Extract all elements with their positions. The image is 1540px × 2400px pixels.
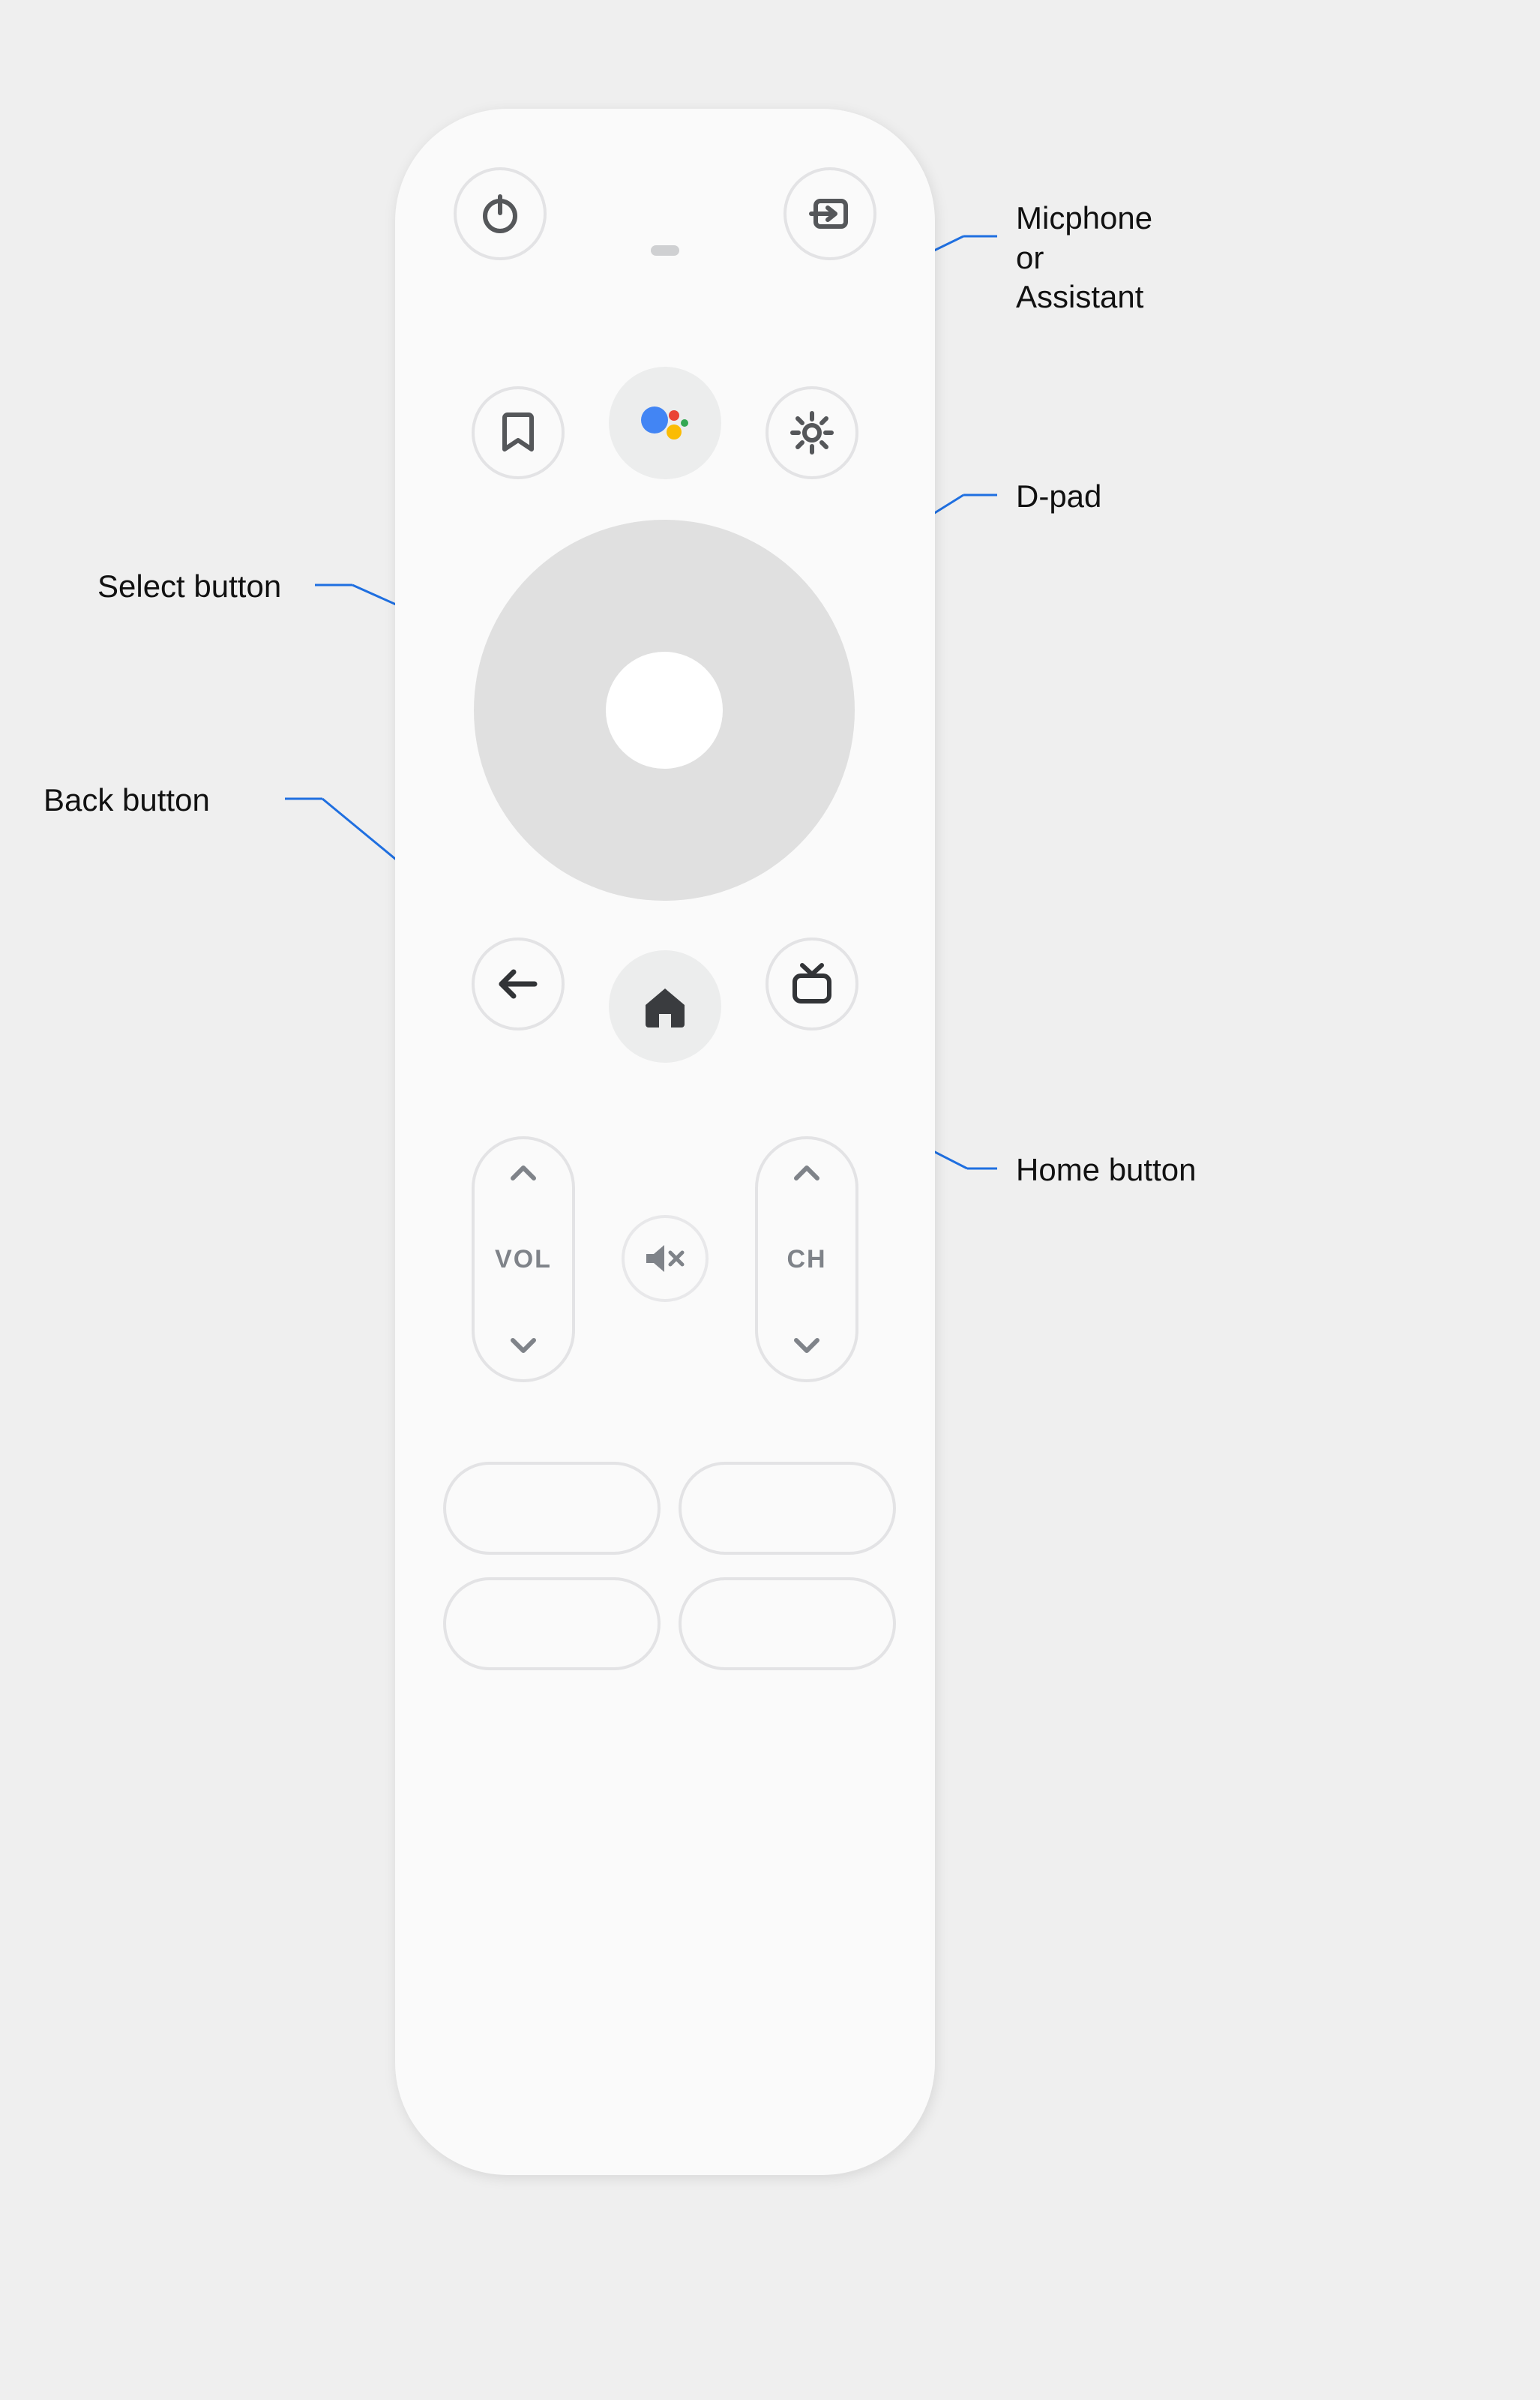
home-icon bbox=[641, 984, 689, 1029]
input-source-button[interactable] bbox=[783, 167, 876, 260]
back-button[interactable] bbox=[472, 938, 565, 1030]
callout-home: Home button bbox=[1016, 1150, 1196, 1190]
d-pad-ring[interactable] bbox=[474, 520, 855, 901]
callout-select: Select button bbox=[97, 567, 281, 607]
volume-rocker[interactable]: VOL bbox=[472, 1136, 575, 1382]
callout-back: Back button bbox=[43, 781, 210, 820]
custom-button-3[interactable] bbox=[443, 1577, 661, 1670]
power-icon bbox=[477, 190, 523, 237]
bookmark-icon bbox=[499, 410, 538, 455]
input-source-icon bbox=[807, 190, 853, 237]
chevron-up-icon bbox=[792, 1163, 822, 1183]
assistant-button[interactable] bbox=[609, 367, 721, 479]
ir-led-indicator bbox=[651, 245, 679, 256]
chevron-down-icon bbox=[792, 1336, 822, 1355]
select-button[interactable] bbox=[606, 652, 723, 769]
bookmark-button[interactable] bbox=[472, 386, 565, 479]
back-arrow-icon bbox=[496, 964, 541, 1004]
custom-button-4[interactable] bbox=[679, 1577, 896, 1670]
volume-label: VOL bbox=[495, 1245, 552, 1274]
custom-button-1[interactable] bbox=[443, 1462, 661, 1555]
channel-rocker[interactable]: CH bbox=[755, 1136, 858, 1382]
power-button[interactable] bbox=[454, 167, 547, 260]
settings-button[interactable] bbox=[766, 386, 858, 479]
callout-assistant: Micphone or Assistant bbox=[1016, 199, 1152, 317]
tv-icon bbox=[789, 962, 835, 1006]
custom-button-2[interactable] bbox=[679, 1462, 896, 1555]
gear-icon bbox=[789, 410, 834, 455]
mute-button[interactable] bbox=[622, 1215, 709, 1302]
home-button[interactable] bbox=[609, 950, 721, 1063]
channel-label: CH bbox=[786, 1245, 826, 1274]
remote-body: VOL CH bbox=[395, 109, 935, 2175]
google-assistant-icon bbox=[635, 393, 695, 453]
live-tv-button[interactable] bbox=[766, 938, 858, 1030]
callout-dpad: D-pad bbox=[1016, 477, 1101, 517]
mute-icon bbox=[643, 1240, 687, 1276]
chevron-up-icon bbox=[508, 1163, 538, 1183]
chevron-down-icon bbox=[508, 1336, 538, 1355]
diagram-stage: Micphone or Assistant D-pad Select butto… bbox=[0, 0, 1540, 2400]
